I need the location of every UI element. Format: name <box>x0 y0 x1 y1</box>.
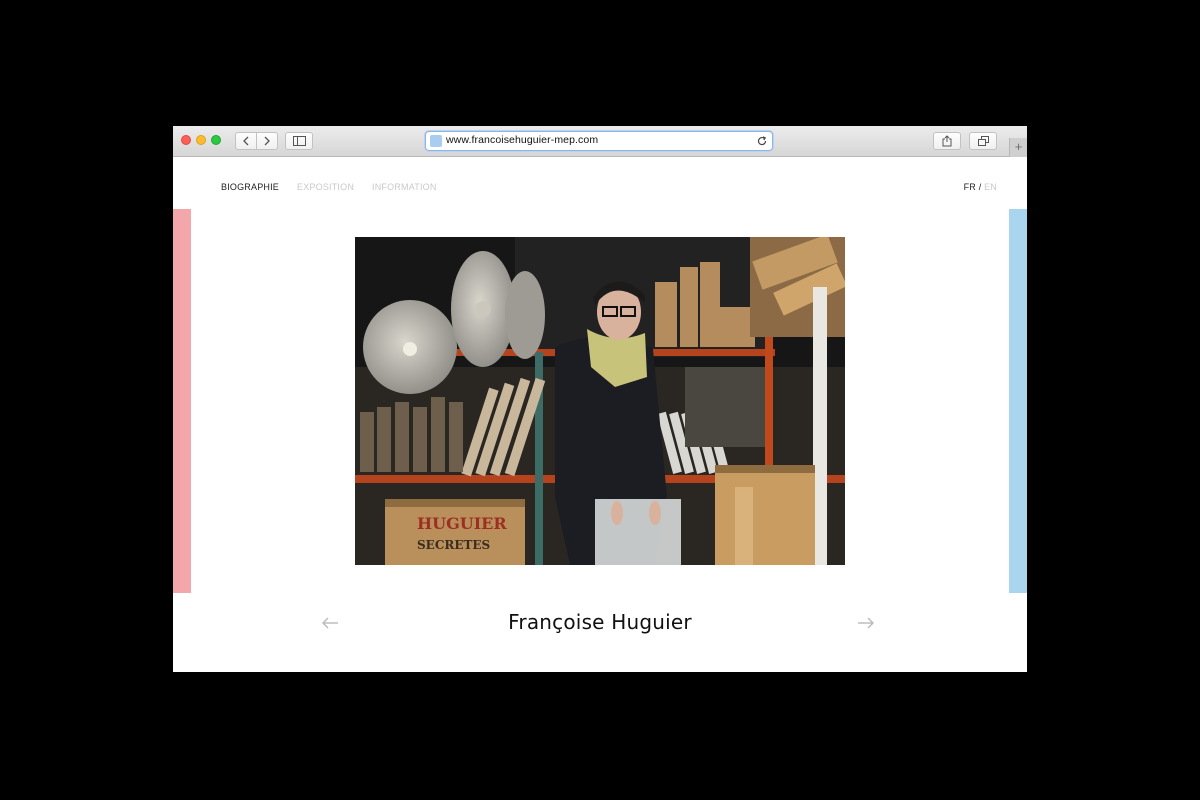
site-nav: BIOGRAPHIE EXPOSITION INFORMATION <box>221 182 437 192</box>
url-text[interactable]: www.francoisehuguier-mep.com <box>446 134 598 146</box>
nav-item-information[interactable]: INFORMATION <box>372 182 437 192</box>
tab-overview-button[interactable] <box>969 132 997 150</box>
minimize-window-button[interactable] <box>196 135 206 145</box>
accent-bar-right <box>1009 209 1027 593</box>
crate-label-huguier: HUGUIER <box>417 514 507 533</box>
share-icon <box>942 135 952 147</box>
forward-button[interactable] <box>256 132 278 150</box>
next-arrow-button[interactable] <box>857 616 875 630</box>
sidebar-toggle-button[interactable] <box>285 132 313 150</box>
accent-bar-left <box>173 209 191 593</box>
crate-label-secretes: SECRETES <box>417 538 490 552</box>
tabs-icon <box>977 136 989 146</box>
sidebar-icon <box>292 136 306 146</box>
nav-item-biographie[interactable]: BIOGRAPHIE <box>221 182 279 192</box>
chevron-left-icon <box>243 136 249 146</box>
back-button[interactable] <box>235 132 257 150</box>
nav-item-exposition[interactable]: EXPOSITION <box>297 182 354 192</box>
lang-separator: / <box>978 182 982 192</box>
language-switcher: FR / EN <box>964 182 997 192</box>
arrow-right-icon <box>858 617 875 629</box>
photo-caption-name: Françoise Huguier <box>508 610 692 634</box>
portrait-photo-illustration: HUGUIER SECRETES <box>355 237 845 565</box>
favicon-icon <box>430 135 442 147</box>
share-button[interactable] <box>933 132 961 150</box>
new-tab-button[interactable]: + <box>1009 138 1027 157</box>
address-bar[interactable]: www.francoisehuguier-mep.com <box>425 131 773 151</box>
portrait-photo: HUGUIER SECRETES <box>355 237 845 565</box>
reload-icon <box>757 136 767 146</box>
reload-button[interactable] <box>756 134 768 148</box>
lang-en-link[interactable]: EN <box>984 182 997 192</box>
lang-fr-link[interactable]: FR <box>964 182 976 192</box>
maximize-window-button[interactable] <box>211 135 221 145</box>
browser-toolbar: www.francoisehuguier-mep.com + <box>173 126 1027 157</box>
browser-window: www.francoisehuguier-mep.com + BIOGRAPHI… <box>173 126 1027 672</box>
close-window-button[interactable] <box>181 135 191 145</box>
chevron-right-icon <box>264 136 270 146</box>
